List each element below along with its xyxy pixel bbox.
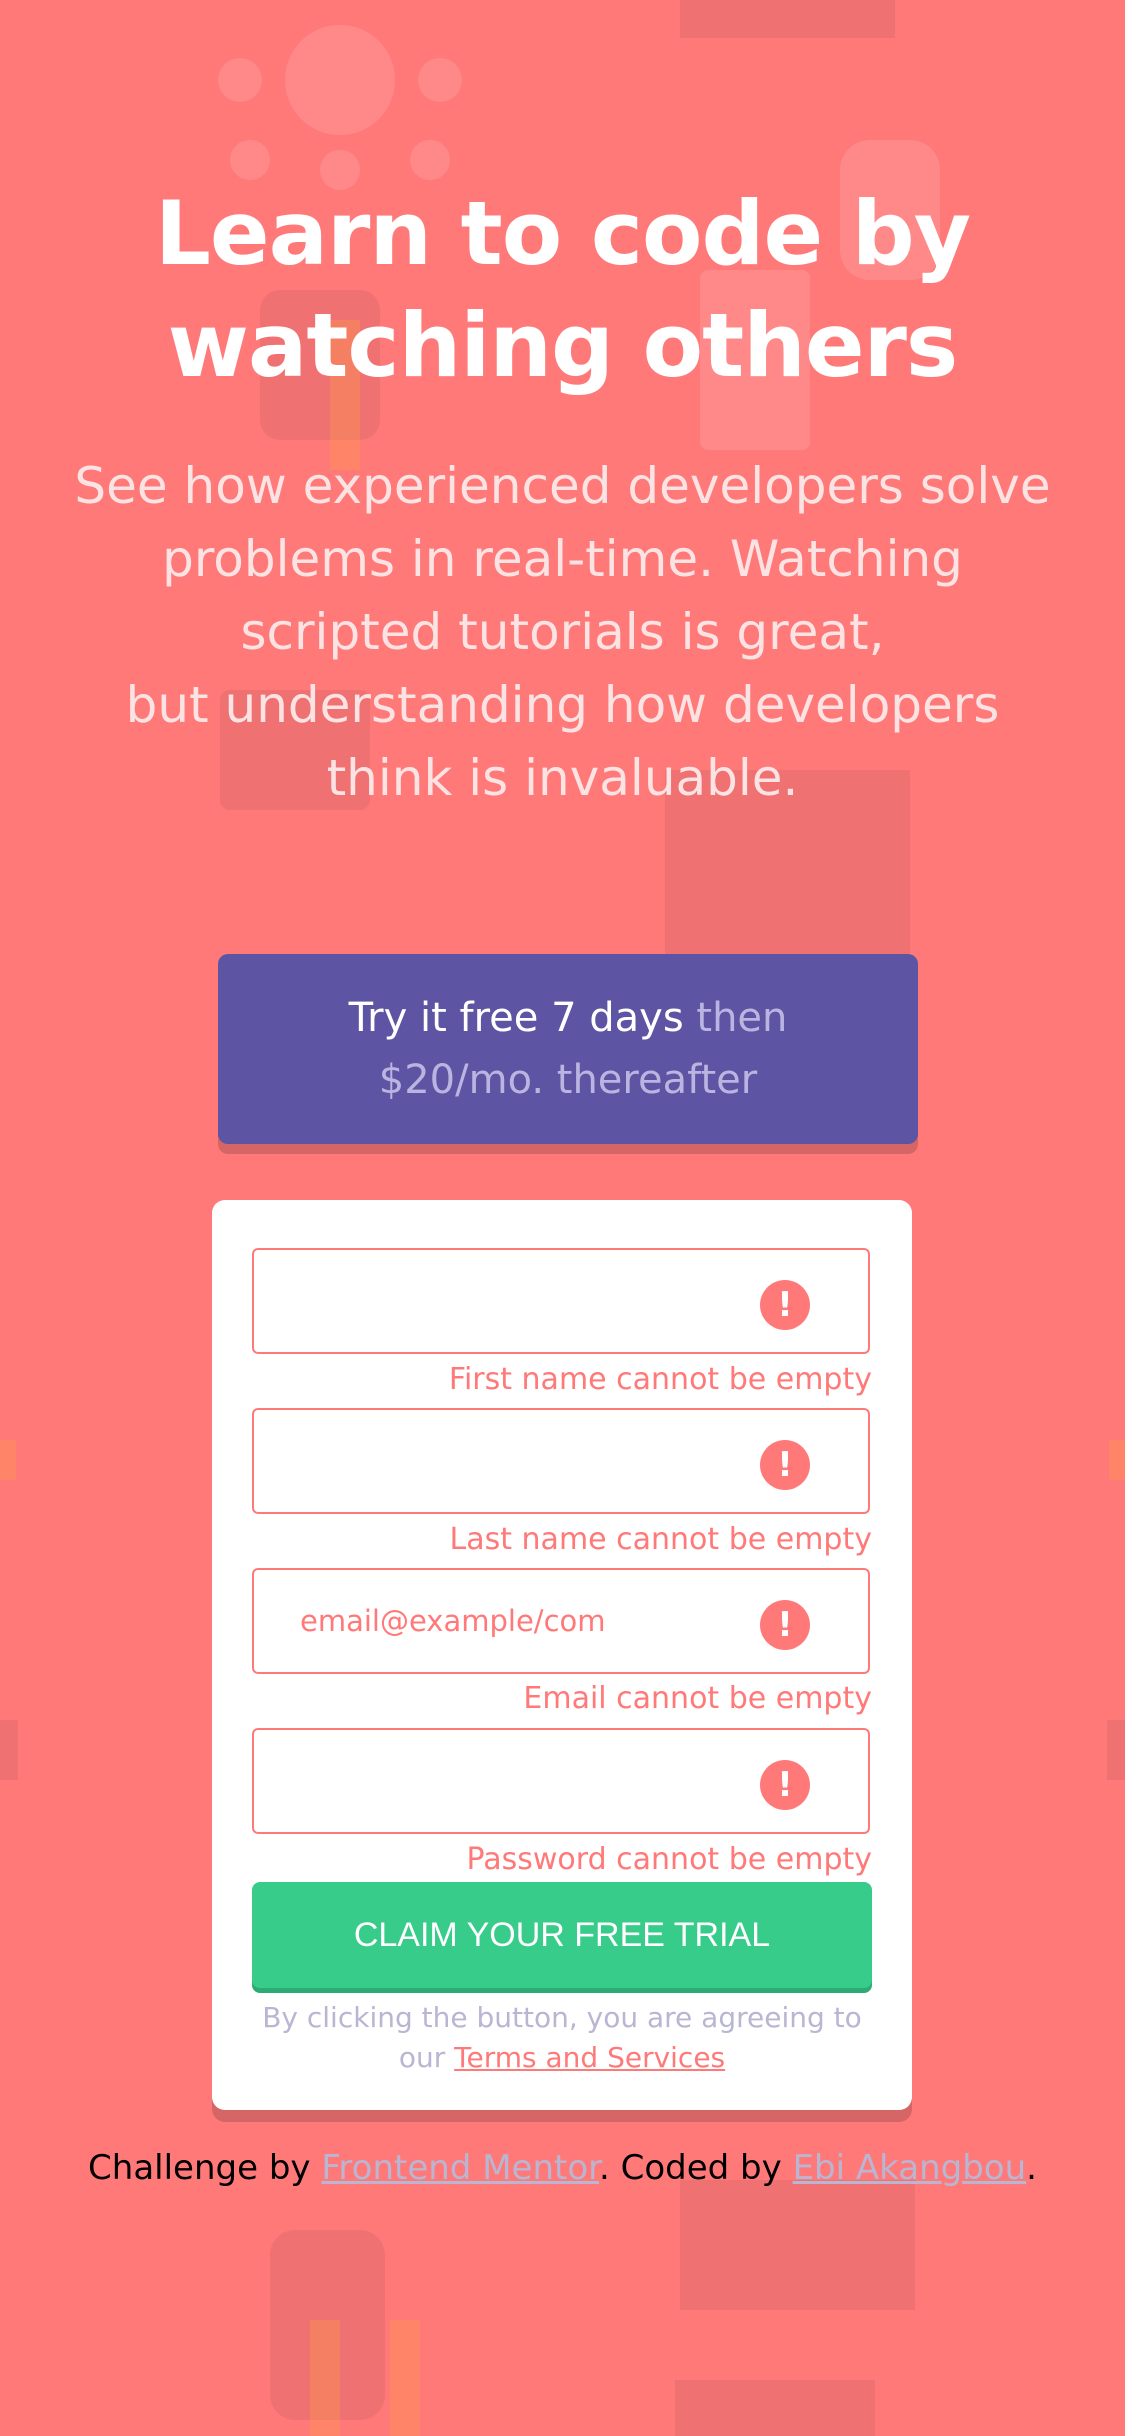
terms-and-services-link[interactable]: Terms and Services: [454, 2041, 725, 2074]
attribution-prefix: Challenge by: [88, 2148, 322, 2188]
hero-description-line: See how experienced developers solve: [74, 457, 1051, 515]
hero-description: See how experienced developers solve pro…: [50, 450, 1075, 815]
landing-page: Learn to code by watching others See how…: [0, 0, 1125, 2436]
last-name-field[interactable]: !: [252, 1408, 870, 1514]
offer-price: $20/mo. thereafter: [378, 1057, 758, 1103]
offer-line-1: Try it free 7 days then: [349, 987, 788, 1049]
offer-emphasis: Try it free 7 days: [348, 995, 684, 1041]
password-error: Password cannot be empty: [466, 1842, 873, 1877]
hero-description-line: scripted tutorials is great,: [240, 603, 885, 661]
claim-free-trial-button[interactable]: CLAIM YOUR FREE TRIAL: [252, 1882, 872, 1988]
hero-title: Learn to code by watching others: [0, 178, 1125, 402]
error-icon: !: [760, 1440, 810, 1490]
email-error: Email cannot be empty: [523, 1681, 872, 1716]
hero-title-line: watching others: [167, 294, 959, 397]
first-name-field[interactable]: !: [252, 1248, 870, 1354]
terms-notice: By clicking the button, you are agreeing…: [252, 1998, 872, 2078]
attribution-middle: . Coded by: [599, 2148, 793, 2188]
error-icon: !: [760, 1600, 810, 1650]
hero-title-line: Learn to code by: [154, 182, 971, 285]
signup-form: ! First name cannot be empty ! Last name…: [212, 1200, 912, 2110]
terms-text-line1: By clicking the button, you are agreeing…: [262, 2001, 862, 2034]
author-link[interactable]: Ebi Akangbou: [793, 2148, 1027, 2188]
last-name-error: Last name cannot be empty: [449, 1522, 872, 1557]
offer-then: then: [683, 995, 788, 1041]
hero-description-line: but understanding how developers: [125, 676, 1000, 734]
password-field[interactable]: !: [252, 1728, 870, 1834]
attribution-suffix: .: [1026, 2148, 1037, 2188]
first-name-error: First name cannot be empty: [448, 1362, 872, 1397]
hero-description-line: problems in real-time. Watching: [162, 530, 963, 588]
error-icon: !: [760, 1280, 810, 1330]
email-field[interactable]: !: [252, 1568, 870, 1674]
error-icon: !: [760, 1760, 810, 1810]
attribution: Challenge by Frontend Mentor. Coded by E…: [0, 2140, 1125, 2196]
free-trial-banner: Try it free 7 days then $20/mo. thereaft…: [218, 954, 918, 1144]
terms-text-line2: our: [398, 2041, 455, 2074]
frontend-mentor-link[interactable]: Frontend Mentor: [321, 2148, 599, 2188]
hero-description-line: think is invaluable.: [326, 749, 799, 807]
